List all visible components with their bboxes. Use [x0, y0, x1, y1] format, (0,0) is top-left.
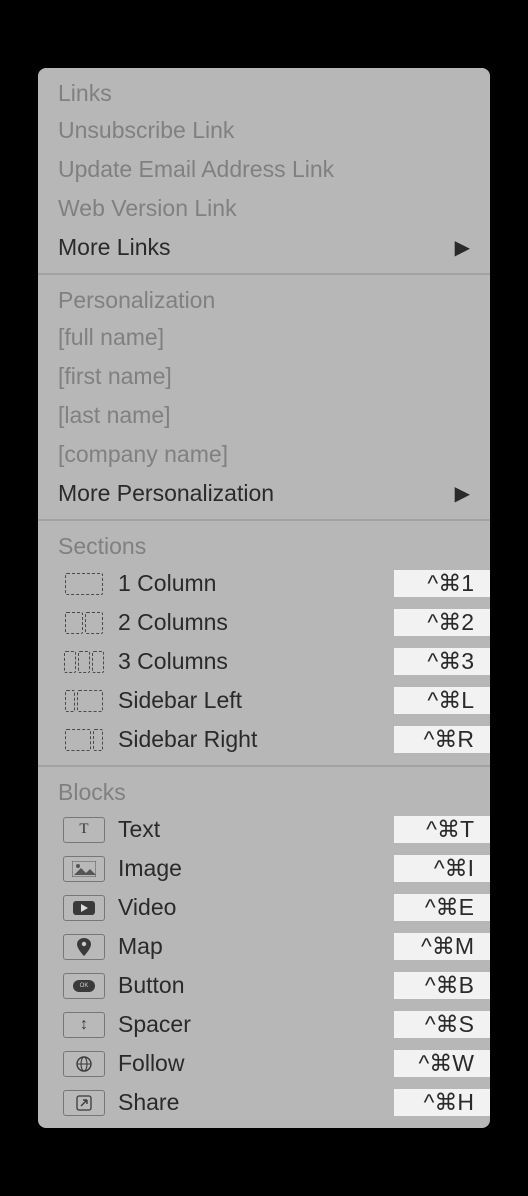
- shortcut: ^⌘H: [394, 1089, 490, 1116]
- separator: [38, 765, 490, 767]
- first-name-item[interactable]: [first name]: [38, 357, 490, 396]
- sections-heading: Sections: [38, 527, 490, 564]
- section-1-column-icon: [58, 571, 118, 597]
- company-name-item[interactable]: [company name]: [38, 435, 490, 474]
- more-links-item[interactable]: More Links ▶: [38, 228, 490, 267]
- text-block-icon: T: [58, 817, 118, 843]
- spacer-block-icon: ↕: [58, 1012, 118, 1038]
- image-block-icon: [58, 856, 118, 882]
- block-map-item[interactable]: Map ^⌘M: [38, 927, 490, 966]
- shortcut: ^⌘B: [394, 972, 490, 999]
- section-1-column-item[interactable]: 1 Column ^⌘1: [38, 564, 490, 603]
- block-share-item[interactable]: Share ^⌘H: [38, 1083, 490, 1122]
- separator: [38, 273, 490, 275]
- block-video-item[interactable]: Video ^⌘E: [38, 888, 490, 927]
- last-name-item[interactable]: [last name]: [38, 396, 490, 435]
- shortcut: ^⌘T: [394, 816, 490, 843]
- submenu-arrow-icon: ▶: [455, 481, 470, 506]
- web-version-link-item[interactable]: Web Version Link: [38, 189, 490, 228]
- section-sidebar-right-item[interactable]: Sidebar Right ^⌘R: [38, 720, 490, 759]
- unsubscribe-link-item[interactable]: Unsubscribe Link: [38, 111, 490, 150]
- section-2-columns-icon: [58, 610, 118, 636]
- more-personalization-item[interactable]: More Personalization ▶: [38, 474, 490, 513]
- share-block-icon: [58, 1090, 118, 1116]
- shortcut: ^⌘W: [394, 1050, 490, 1077]
- shortcut: ^⌘2: [394, 609, 490, 636]
- follow-block-icon: [58, 1051, 118, 1077]
- section-2-columns-item[interactable]: 2 Columns ^⌘2: [38, 603, 490, 642]
- shortcut: ^⌘I: [394, 855, 490, 882]
- section-sidebar-right-icon: [58, 727, 118, 753]
- shortcut: ^⌘L: [394, 687, 490, 714]
- section-3-columns-icon: [58, 649, 118, 675]
- shortcut: ^⌘M: [394, 933, 490, 960]
- block-button-item[interactable]: OK Button ^⌘B: [38, 966, 490, 1005]
- context-menu: Links Unsubscribe Link Update Email Addr…: [38, 68, 490, 1128]
- block-follow-item[interactable]: Follow ^⌘W: [38, 1044, 490, 1083]
- section-sidebar-left-item[interactable]: Sidebar Left ^⌘L: [38, 681, 490, 720]
- links-heading: Links: [38, 74, 490, 111]
- video-block-icon: [58, 895, 118, 921]
- section-sidebar-left-icon: [58, 688, 118, 714]
- map-block-icon: [58, 934, 118, 960]
- block-text-item[interactable]: T Text ^⌘T: [38, 810, 490, 849]
- shortcut: ^⌘R: [394, 726, 490, 753]
- shortcut: ^⌘E: [394, 894, 490, 921]
- separator: [38, 519, 490, 521]
- submenu-arrow-icon: ▶: [455, 235, 470, 260]
- full-name-item[interactable]: [full name]: [38, 318, 490, 357]
- section-3-columns-item[interactable]: 3 Columns ^⌘3: [38, 642, 490, 681]
- update-email-link-item[interactable]: Update Email Address Link: [38, 150, 490, 189]
- block-image-item[interactable]: Image ^⌘I: [38, 849, 490, 888]
- block-spacer-item[interactable]: ↕ Spacer ^⌘S: [38, 1005, 490, 1044]
- personalization-heading: Personalization: [38, 281, 490, 318]
- shortcut: ^⌘3: [394, 648, 490, 675]
- shortcut: ^⌘S: [394, 1011, 490, 1038]
- shortcut: ^⌘1: [394, 570, 490, 597]
- button-block-icon: OK: [58, 973, 118, 999]
- blocks-heading: Blocks: [38, 773, 490, 810]
